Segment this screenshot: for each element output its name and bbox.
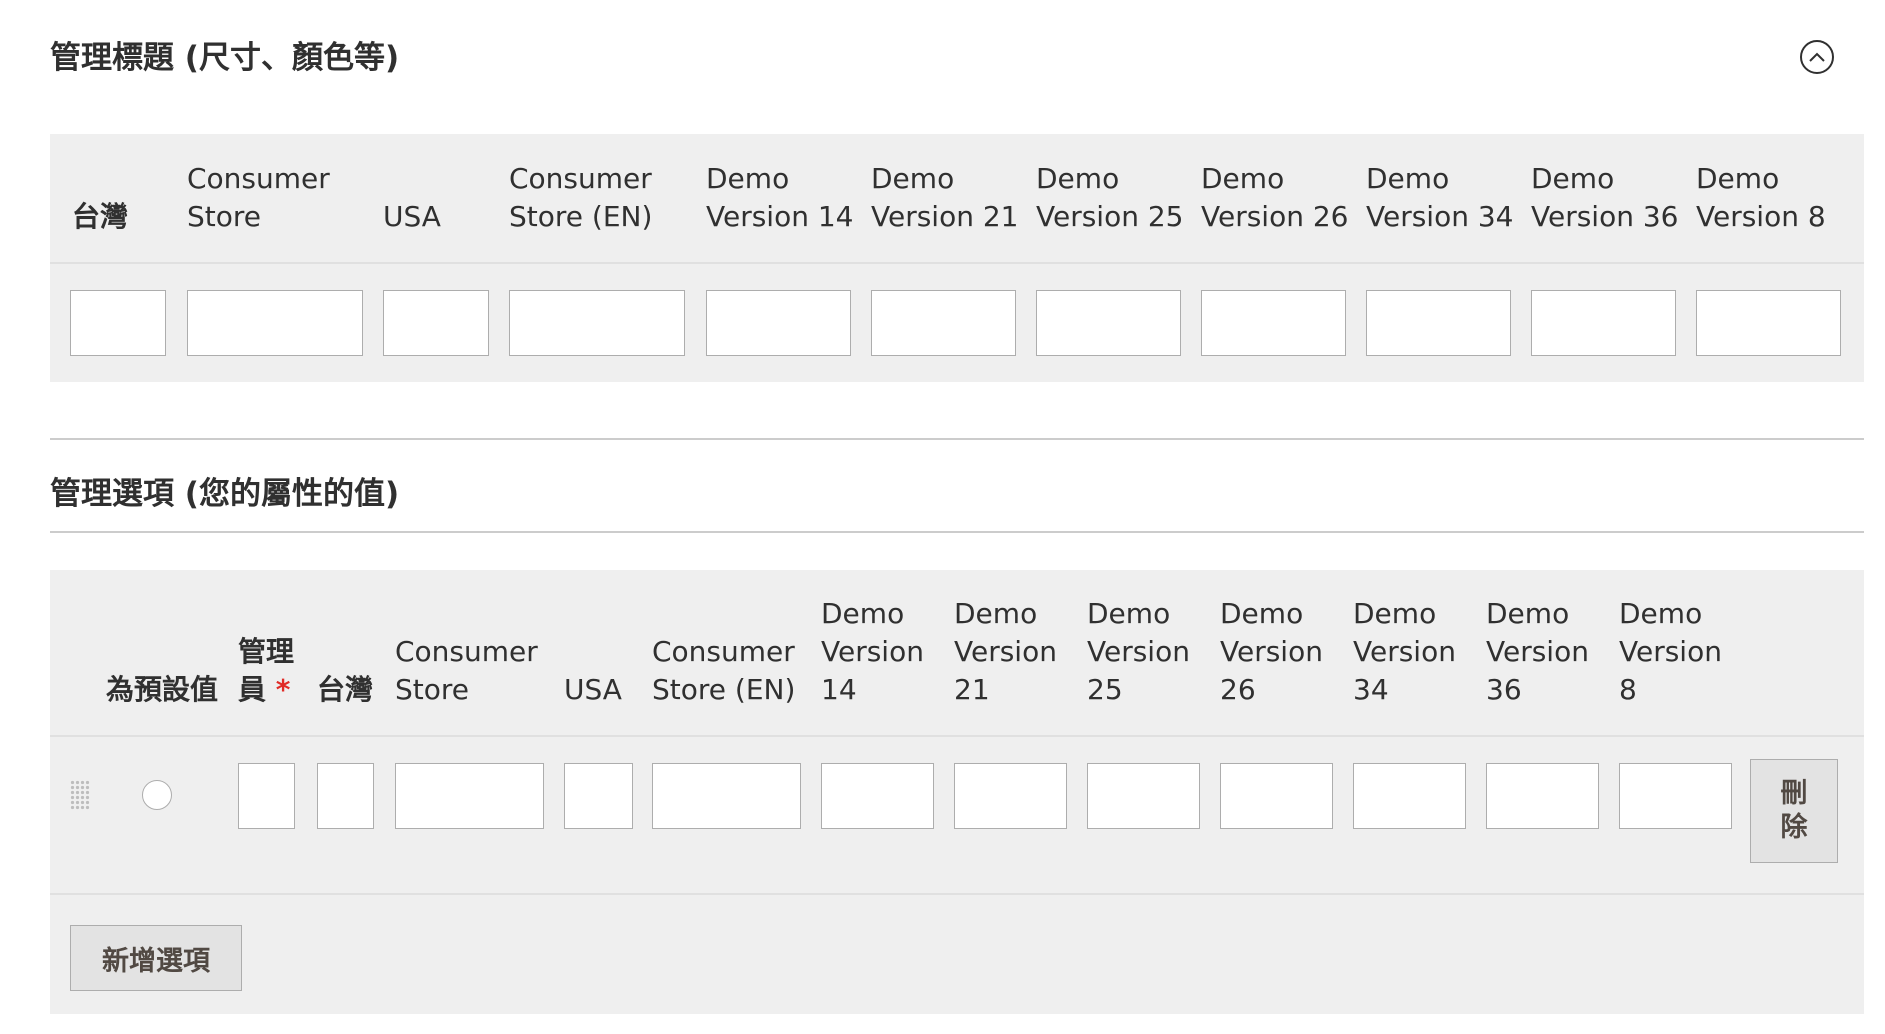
col-header-consumer-store-en: Consumer Store (EN) — [652, 635, 796, 706]
section-divider — [50, 438, 1864, 440]
col-header-consumer-store: Consumer Store — [187, 162, 330, 233]
col-header-taiwan: 台灣 — [317, 673, 374, 706]
titles-header-row: 台灣 Consumer Store USA Consumer Store (EN… — [50, 134, 1864, 264]
col-header-demo-25: Demo Version 25 — [1087, 597, 1190, 706]
col-header-demo-14: Demo Version 14 — [706, 162, 854, 233]
option-input-consumer-store[interactable] — [395, 763, 544, 829]
options-header-row: 為預設值 管理員 * 台灣 Consumer Store USA Consume… — [50, 570, 1864, 737]
option-input-demo-25[interactable] — [1087, 763, 1200, 829]
option-input-demo-36[interactable] — [1486, 763, 1599, 829]
col-header-demo-8: Demo Version 8 — [1696, 162, 1826, 233]
delete-option-button[interactable]: 刪除 — [1750, 759, 1838, 863]
option-input-demo-34[interactable] — [1353, 763, 1466, 829]
option-input-usa[interactable] — [564, 763, 633, 829]
col-header-admin: 管理員 * — [238, 635, 295, 706]
manage-options-table: 為預設值 管理員 * 台灣 Consumer Store USA Consume… — [50, 570, 1864, 1014]
options-title-divider — [50, 531, 1864, 533]
title-input-demo-8[interactable] — [1696, 290, 1841, 356]
col-header-demo-26: Demo Version 26 — [1220, 597, 1323, 706]
title-input-demo-26[interactable] — [1201, 290, 1346, 356]
title-input-demo-34[interactable] — [1366, 290, 1511, 356]
add-option-button[interactable]: 新增選項 — [70, 925, 242, 991]
drag-handle-icon[interactable] — [70, 780, 90, 810]
option-input-demo-8[interactable] — [1619, 763, 1732, 829]
option-input-admin[interactable] — [238, 763, 295, 829]
title-input-demo-25[interactable] — [1036, 290, 1181, 356]
col-header-demo-36: Demo Version 36 — [1531, 162, 1679, 233]
manage-titles-table: 台灣 Consumer Store USA Consumer Store (EN… — [50, 134, 1864, 382]
title-input-taiwan[interactable] — [70, 290, 166, 356]
required-asterisk: * — [275, 673, 291, 706]
col-header-demo-21: Demo Version 21 — [954, 597, 1057, 706]
option-input-demo-26[interactable] — [1220, 763, 1333, 829]
title-input-demo-36[interactable] — [1531, 290, 1676, 356]
col-header-demo-21: Demo Version 21 — [871, 162, 1019, 233]
col-header-demo-8: Demo Version 8 — [1619, 597, 1722, 706]
title-input-consumer-store[interactable] — [187, 290, 363, 356]
title-input-demo-14[interactable] — [706, 290, 851, 356]
col-header-demo-14: Demo Version 14 — [821, 597, 924, 706]
option-row: 刪除 — [50, 735, 1864, 895]
manage-titles-heading: 管理標題 (尺寸、顏色等) — [50, 40, 400, 76]
col-header-usa: USA — [564, 673, 622, 706]
is-default-radio[interactable] — [142, 780, 172, 810]
option-input-taiwan[interactable] — [317, 763, 374, 829]
title-input-usa[interactable] — [383, 290, 489, 356]
col-header-consumer-store: Consumer Store — [395, 635, 538, 706]
option-input-demo-14[interactable] — [821, 763, 934, 829]
col-header-demo-36: Demo Version 36 — [1486, 597, 1589, 706]
option-input-consumer-store-en[interactable] — [652, 763, 801, 829]
option-input-demo-21[interactable] — [954, 763, 1067, 829]
col-header-consumer-store-en: Consumer Store (EN) — [509, 162, 653, 233]
col-header-demo-26: Demo Version 26 — [1201, 162, 1349, 233]
manage-options-heading: 管理選項 (您的屬性的值) — [50, 476, 400, 512]
col-header-demo-34: Demo Version 34 — [1366, 162, 1514, 233]
col-header-taiwan: 台灣 — [72, 200, 129, 233]
title-input-demo-21[interactable] — [871, 290, 1016, 356]
col-header-demo-25: Demo Version 25 — [1036, 162, 1184, 233]
col-header-demo-34: Demo Version 34 — [1353, 597, 1456, 706]
chevron-up-icon — [1809, 52, 1825, 62]
col-header-is-default: 為預設值 — [106, 673, 219, 706]
collapse-section-button[interactable] — [1800, 40, 1834, 74]
title-input-consumer-store-en[interactable] — [509, 290, 685, 356]
col-header-usa: USA — [383, 200, 441, 233]
